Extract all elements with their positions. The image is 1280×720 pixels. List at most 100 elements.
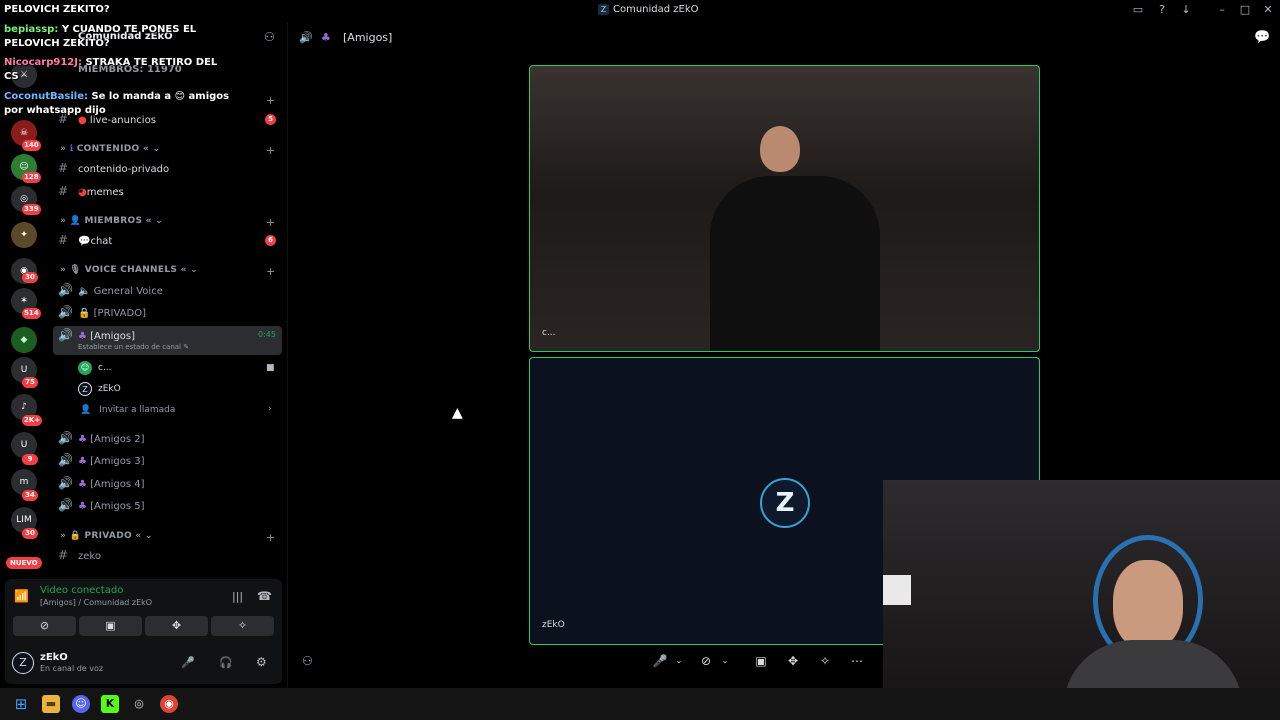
discord-icon[interactable]: ☺ [72,695,90,713]
settings-gear-icon[interactable]: ⚙ [256,655,267,669]
voice-user[interactable]: ☺ c... [78,360,112,376]
chat-message: PELOVICH ZEKITO? [4,4,110,16]
server-badge: 9 [22,454,38,465]
camera-icon: ■ [266,363,275,373]
camera-off-icon[interactable]: ⊘ [698,650,714,672]
inbox-icon[interactable]: ▭ [1131,3,1145,17]
channel-zeko[interactable]: # zeko [58,545,282,565]
voice-channel-amigos-3[interactable]: 🔊 ♣ [Amigos 3] [58,450,282,470]
channel-label: [Amigos 2] [90,434,145,445]
speaker-icon: 🔊 [58,453,73,467]
close-button[interactable]: ✕ [1261,3,1275,17]
category-miembros[interactable]: » 👤 MIEMBROS « ⌄ [60,216,163,226]
voice-channel-general[interactable]: 🔊 🔈 General Voice [58,280,282,300]
add-participant-icon[interactable]: ⚇ [302,654,313,668]
voice-location: [Amigos] / Comunidad zEkO [40,598,153,607]
channel-memes[interactable]: # ◕memes [58,181,282,201]
user-icon: 👤 [80,405,92,415]
disconnect-icon[interactable]: ☎ [257,589,272,603]
window-title-text: Comunidad zEkO [613,4,699,15]
chat-text: Y CUANDO TE PONES EL [61,24,197,35]
add-member-icon[interactable]: ⚇ [264,30,275,44]
soundboard-icon[interactable]: ✧ [816,650,834,672]
chat-message: Nicocarp912J: STRAKA TE RETIRO DEL [4,57,217,69]
amigos-icon: ♣ [78,479,87,490]
video-tile-participant[interactable]: c... [529,65,1040,352]
channel-label: contenido-privado [78,164,170,175]
more-options-icon[interactable]: ⋯ [848,650,866,672]
channel-label: [PRIVADO] [93,308,146,319]
chevron-down-icon[interactable]: ⌄ [674,650,684,672]
channel-label: [Amigos 4] [90,479,145,490]
screen-share-icon[interactable]: ▣ [752,650,770,672]
user-avatar[interactable]: Z [12,652,34,674]
participant-video-body [710,176,880,351]
chat-username: Nicocarp912J: [4,57,82,68]
chat-text: PELOVICH ZEKITO? [4,4,110,15]
add-channel-button[interactable]: + [266,94,275,107]
channel-chat[interactable]: # 💬chat [58,230,282,250]
category-label: MIEMBROS [84,216,143,226]
server-icon[interactable]: ◆ [11,327,37,353]
windows-start-icon[interactable]: ⊞ [12,695,30,713]
voice-status[interactable]: Video conectado [40,585,123,596]
activities-button[interactable]: ✥ [145,616,208,636]
status-hint-text: Establece un estado de canal [78,343,182,351]
category-privado[interactable]: » 🔒 PRIVADO « ⌄ [60,531,153,541]
voice-channel-privado[interactable]: 🔊 🔒 [PRIVADO] [58,302,282,322]
emoji-icon: ◕ [78,187,87,198]
channel-label: [Amigos 3] [90,456,145,467]
amigos-icon: ♣ [321,31,331,44]
server-badge: 2K+ [22,415,43,426]
help-icon[interactable]: ? [1155,3,1169,17]
screen-share-button[interactable]: ▣ [79,616,142,636]
microphone-icon[interactable]: 🎤 [181,656,195,669]
channel-contenido-privado[interactable]: # contenido-privado [58,158,282,178]
soundboard-button[interactable]: ✧ [211,616,274,636]
camera-off-button[interactable]: ⊘ [13,616,76,636]
add-channel-button[interactable]: + [266,265,275,278]
chat-bubble-icon[interactable]: 💬 [1254,30,1270,45]
download-icon[interactable]: ↓ [1179,3,1193,17]
user-status: En canal de voz [40,664,104,673]
voice-user[interactable]: ZzEkO [78,381,121,397]
speaker-icon: 🔈 [78,286,91,297]
server-icon[interactable]: ✦ [11,222,37,248]
voice-channel-amigos-4[interactable]: 🔊 ♣ [Amigos 4] [58,473,282,493]
chevron-down-icon[interactable]: ⌄ [720,650,730,672]
voice-channel-amigos-5[interactable]: 🔊 ♣ [Amigos 5] [58,495,282,515]
channel-status-hint[interactable]: Establece un estado de canal ✎ [78,343,189,351]
add-channel-button[interactable]: + [266,144,275,157]
server-badge: 30 [22,528,38,539]
microphone-icon[interactable]: 🎤 [652,650,668,672]
mouse-cursor-icon: ▲ [452,405,463,421]
channel-label: [Amigos] [90,331,135,342]
minimize-button[interactable]: – [1215,3,1229,17]
add-channel-button[interactable]: + [266,531,275,544]
add-channel-button[interactable]: + [266,216,275,229]
maximize-button[interactable]: □ [1238,3,1252,17]
headphones-icon[interactable]: 🎧 [219,656,233,669]
invite-to-call[interactable]: 👤 Invitar a llamada [78,402,175,418]
speaker-icon: 🔊 [58,305,73,319]
signal-icon: 📶 [14,589,29,603]
noise-suppression-icon[interactable]: ||| [232,590,243,603]
file-explorer-icon[interactable]: ▬ [42,695,60,713]
user-name[interactable]: zEkO [40,652,68,663]
chrome-icon[interactable]: ◉ [160,695,178,713]
activities-icon[interactable]: ✥ [784,650,802,672]
speaker-icon: 🔊 [58,498,73,512]
voice-channel-amigos-2[interactable]: 🔊 ♣ [Amigos 2] [58,428,282,448]
category-contenido[interactable]: » ℹ CONTENIDO « ⌄ [60,144,160,154]
speaker-icon: 🔊 [58,476,73,490]
voice-channel-amigos[interactable]: 🔊 ♣ [Amigos] [58,325,282,345]
zeko-logo-icon: Z [760,478,810,528]
kick-icon[interactable]: K [101,695,119,713]
server-badge: 30 [22,272,38,283]
hash-icon: # [58,233,69,247]
obs-icon[interactable]: ◎ [130,695,148,713]
wall-sign [883,575,911,605]
speaker-icon: 🔊 [58,328,73,342]
category-voice-channels[interactable]: » 🎙 VOICE CHANNELS « ⌄ [60,265,198,275]
info-icon: ℹ [69,144,74,154]
